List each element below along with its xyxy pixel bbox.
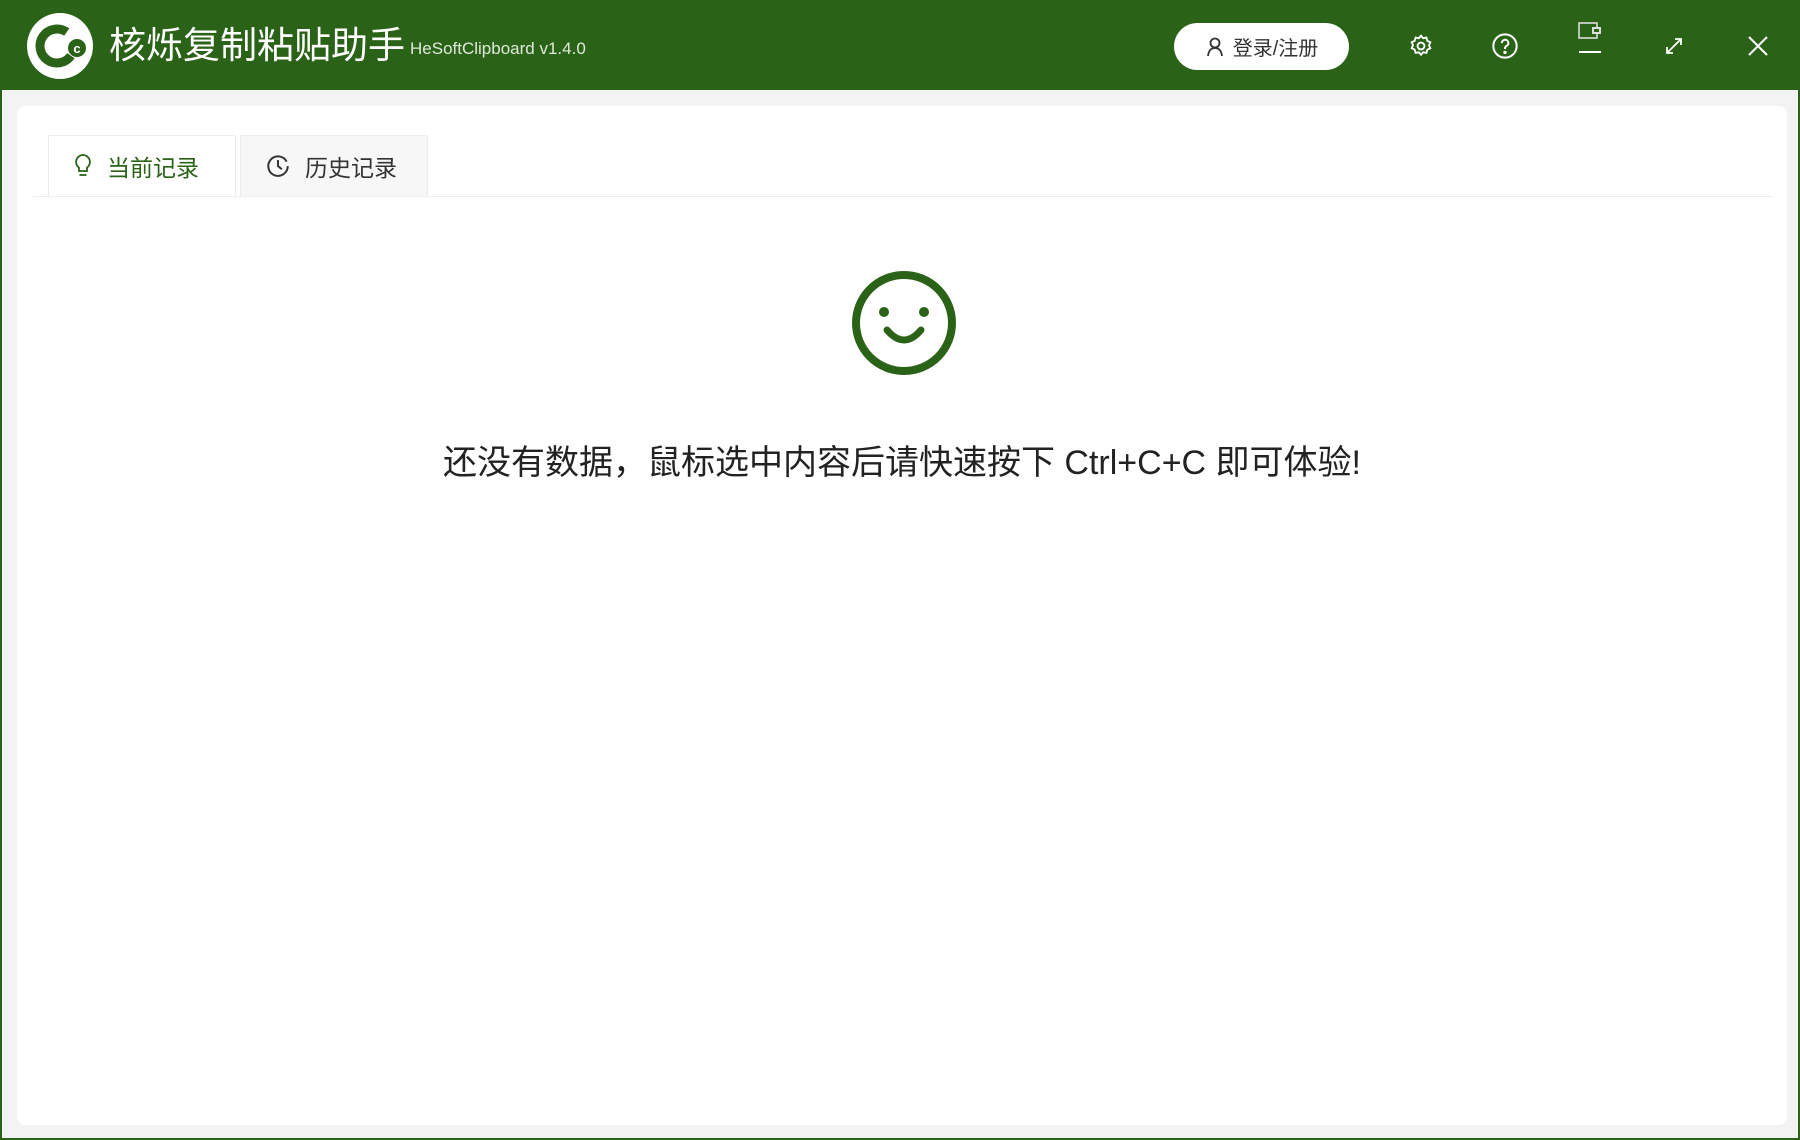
- main-area: 当前记录 历史记录 还没有数据，鼠标选中内容后请快速按下 Ctrl+C+C 即可…: [0, 90, 1800, 1140]
- minimize-button[interactable]: [1570, 10, 1610, 66]
- svg-text:c: c: [73, 41, 80, 56]
- maximize-button[interactable]: [1654, 26, 1694, 66]
- help-icon: [1492, 33, 1518, 59]
- tab-label: 历史记录: [305, 155, 397, 181]
- lightbulb-icon: [75, 154, 91, 176]
- tab-history-records[interactable]: 历史记录: [240, 135, 428, 196]
- app-version: HeSoftClipboard v1.4.0: [410, 39, 586, 58]
- expand-icon: [1666, 38, 1682, 54]
- gear-icon: [1410, 34, 1432, 57]
- empty-state-message: 还没有数据，鼠标选中内容后请快速按下 Ctrl+C+C 即可体验!: [442, 444, 1362, 482]
- user-icon: [1206, 37, 1223, 56]
- title-bar: c 核烁复制粘贴助手 HeSoftClipboard v1.4.0 登录/注册: [0, 0, 1800, 90]
- tab-divider: [33, 196, 1773, 197]
- settings-button[interactable]: [1401, 26, 1441, 66]
- clock-icon: [267, 155, 289, 177]
- mini-window-icon: [1578, 22, 1601, 39]
- login-register-button[interactable]: 登录/注册: [1174, 23, 1349, 70]
- close-button[interactable]: [1738, 26, 1778, 66]
- close-icon: [1748, 36, 1768, 56]
- help-button[interactable]: [1485, 26, 1525, 66]
- smiley-icon: [852, 271, 956, 375]
- app-title: 核烁复制粘贴助手: [109, 25, 405, 66]
- tab-label: 当前记录: [107, 155, 199, 181]
- login-register-label: 登录/注册: [1232, 38, 1319, 60]
- minimize-icon: [1579, 51, 1601, 53]
- tab-current-records[interactable]: 当前记录: [48, 135, 236, 196]
- app-logo-icon: c: [27, 13, 93, 79]
- content-card: 当前记录 历史记录 还没有数据，鼠标选中内容后请快速按下 Ctrl+C+C 即可…: [17, 106, 1787, 1125]
